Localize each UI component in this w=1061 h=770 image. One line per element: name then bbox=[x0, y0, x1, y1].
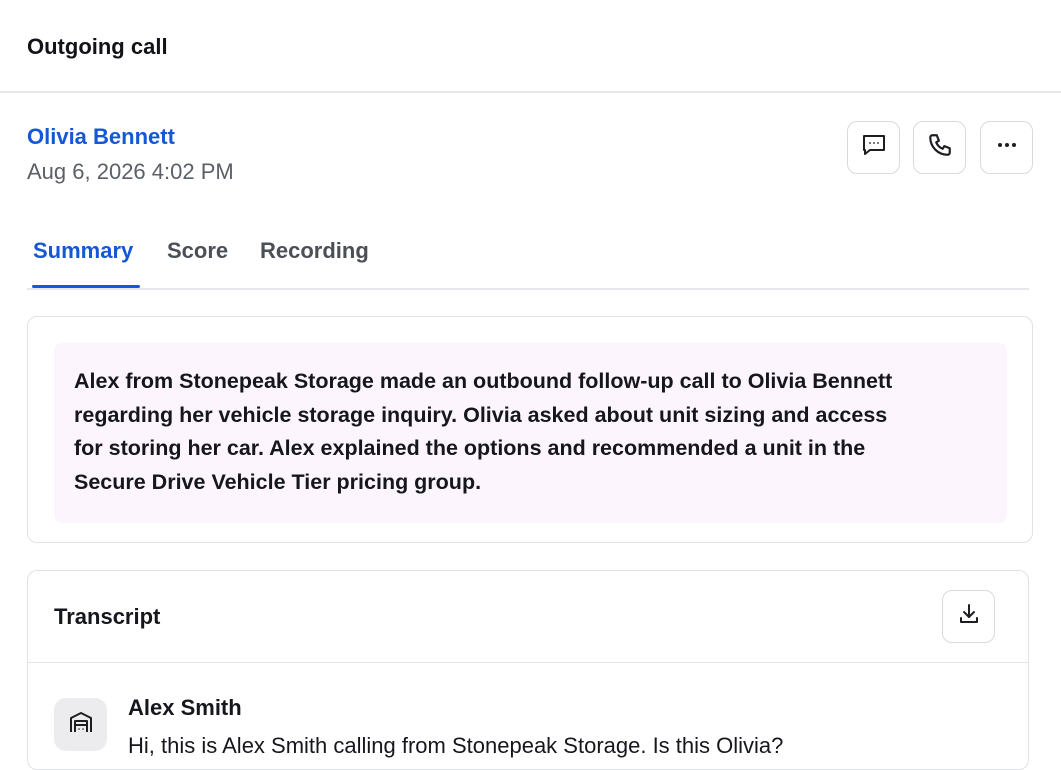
tab-bar: Summary Score Recording bbox=[27, 232, 1029, 290]
tab-recording[interactable]: Recording bbox=[260, 238, 369, 288]
message-button[interactable] bbox=[847, 121, 900, 174]
summary-line: Secure Drive Vehicle Tier pricing group. bbox=[74, 469, 482, 494]
message-icon bbox=[861, 132, 887, 163]
call-summary-text: Alex from Stonepeak Storage made an outb… bbox=[74, 365, 994, 499]
speaker-name: Alex Smith bbox=[128, 695, 242, 720]
active-tab-indicator bbox=[32, 285, 140, 288]
contact-name-link[interactable]: Olivia Bennett bbox=[27, 124, 175, 150]
more-icon bbox=[995, 133, 1019, 162]
tab-summary[interactable]: Summary bbox=[33, 238, 133, 288]
call-datetime: Aug 6, 2026 4:02 PM bbox=[27, 159, 234, 184]
transcript-card: Transcript Alex Smith Hi, this is Alex S… bbox=[27, 570, 1029, 770]
more-options-button[interactable] bbox=[980, 121, 1033, 174]
tab-score[interactable]: Score bbox=[167, 238, 228, 288]
call-button[interactable] bbox=[913, 121, 966, 174]
page-title: Outgoing call bbox=[27, 34, 168, 59]
download-transcript-button[interactable] bbox=[942, 590, 995, 643]
transcript-header: Transcript bbox=[28, 571, 1028, 663]
phone-icon bbox=[927, 132, 953, 163]
page-header: Outgoing call bbox=[0, 0, 1061, 93]
transcript-message: Hi, this is Alex Smith calling from Ston… bbox=[128, 733, 784, 758]
summary-line: regarding her vehicle storage inquiry. O… bbox=[74, 402, 888, 427]
transcript-title: Transcript bbox=[54, 604, 161, 629]
summary-line: Alex from Stonepeak Storage made an outb… bbox=[74, 369, 893, 393]
summary-panel: Alex from Stonepeak Storage made an outb… bbox=[54, 343, 1007, 523]
storefront-icon bbox=[67, 708, 95, 741]
summary-card: Alex from Stonepeak Storage made an outb… bbox=[27, 316, 1033, 543]
speaker-avatar bbox=[54, 698, 107, 751]
summary-line: for storing her car. Alex explained the … bbox=[74, 436, 866, 460]
download-icon bbox=[957, 602, 981, 631]
